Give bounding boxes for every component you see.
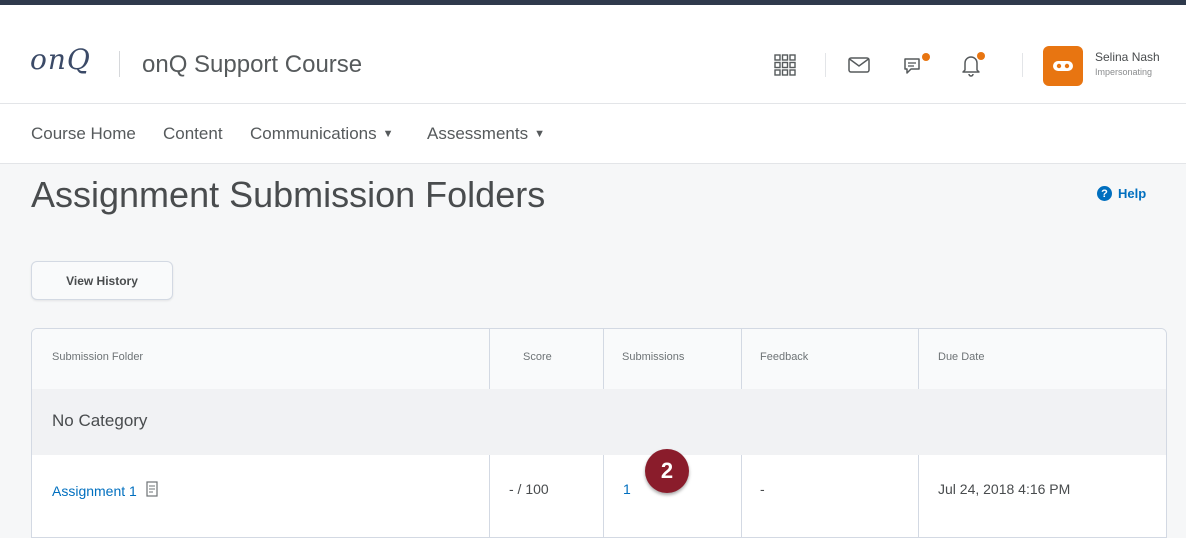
nav-label: Content (163, 124, 223, 143)
column-divider (918, 329, 919, 389)
user-name[interactable]: Selina Nash (1095, 50, 1160, 64)
waffle-icon[interactable] (769, 49, 801, 81)
callout-badge: 2 (645, 449, 689, 493)
nav-label: Course Home (31, 124, 136, 143)
column-divider (603, 329, 604, 389)
column-divider (741, 455, 742, 537)
folder-cell: Assignment 1 (52, 481, 159, 500)
column-divider (918, 455, 919, 537)
score-cell: - / 100 (509, 481, 549, 497)
logo-divider (119, 51, 120, 77)
chevron-down-icon: ▼ (534, 128, 545, 140)
logo[interactable]: onQ (30, 43, 91, 76)
submissions-link[interactable]: 1 (623, 481, 631, 497)
nav-label: Assessments (427, 124, 529, 143)
bell-icon[interactable] (955, 49, 987, 81)
chat-icon[interactable] (898, 49, 930, 81)
top-bar: onQ onQ Support Course Selina Nash Imper… (0, 0, 1186, 104)
column-header-submissions[interactable]: Submissions (622, 351, 684, 363)
header-separator (825, 53, 826, 77)
chat-notification-dot (922, 53, 930, 61)
category-row: No Category (32, 389, 1166, 456)
view-history-button[interactable]: View History (31, 261, 173, 300)
column-header-feedback[interactable]: Feedback (760, 351, 808, 363)
help-link[interactable]: ? Help (1097, 186, 1146, 201)
help-label: Help (1118, 186, 1147, 201)
help-icon: ? (1097, 186, 1112, 201)
column-divider (603, 455, 604, 537)
column-divider (489, 329, 490, 389)
course-title[interactable]: onQ Support Course (142, 51, 362, 79)
assignment-folder-icon[interactable] (145, 481, 159, 500)
chevron-down-icon: ▼ (382, 128, 394, 140)
page-title: Assignment Submission Folders (31, 174, 546, 215)
feedback-cell: - (760, 481, 765, 497)
user-status: Impersonating (1095, 67, 1153, 77)
column-header-due-date[interactable]: Due Date (938, 351, 984, 363)
due-date-cell: Jul 24, 2018 4:16 PM (938, 481, 1071, 497)
header-separator (1022, 53, 1023, 77)
bell-notification-dot (977, 52, 985, 60)
mail-icon[interactable] (843, 49, 875, 81)
nav-course-home[interactable]: Course Home (31, 124, 136, 144)
nav-assessments[interactable]: Assessments ▼ (427, 124, 545, 144)
column-divider (741, 329, 742, 389)
column-divider (489, 455, 490, 537)
submission-folders-table: Submission Folder Score Submissions Feed… (31, 328, 1167, 538)
category-label: No Category (52, 411, 148, 430)
table-header-row: Submission Folder Score Submissions Feed… (32, 329, 1166, 390)
submissions-cell: 1 (623, 481, 631, 497)
nav-content[interactable]: Content (163, 124, 223, 144)
table-row: Assignment 1 - / 100 1 - Jul 24, 2018 4:… (32, 455, 1166, 537)
nav-label: Communications (250, 124, 377, 143)
assignment-link[interactable]: Assignment 1 (52, 483, 137, 499)
user-avatar-icon[interactable] (1043, 46, 1083, 86)
column-header-folder[interactable]: Submission Folder (52, 351, 143, 363)
column-header-score[interactable]: Score (523, 351, 552, 363)
nav-communications[interactable]: Communications ▼ (250, 124, 394, 144)
course-navbar: Course Home Content Communications ▼ Ass… (0, 104, 1186, 164)
